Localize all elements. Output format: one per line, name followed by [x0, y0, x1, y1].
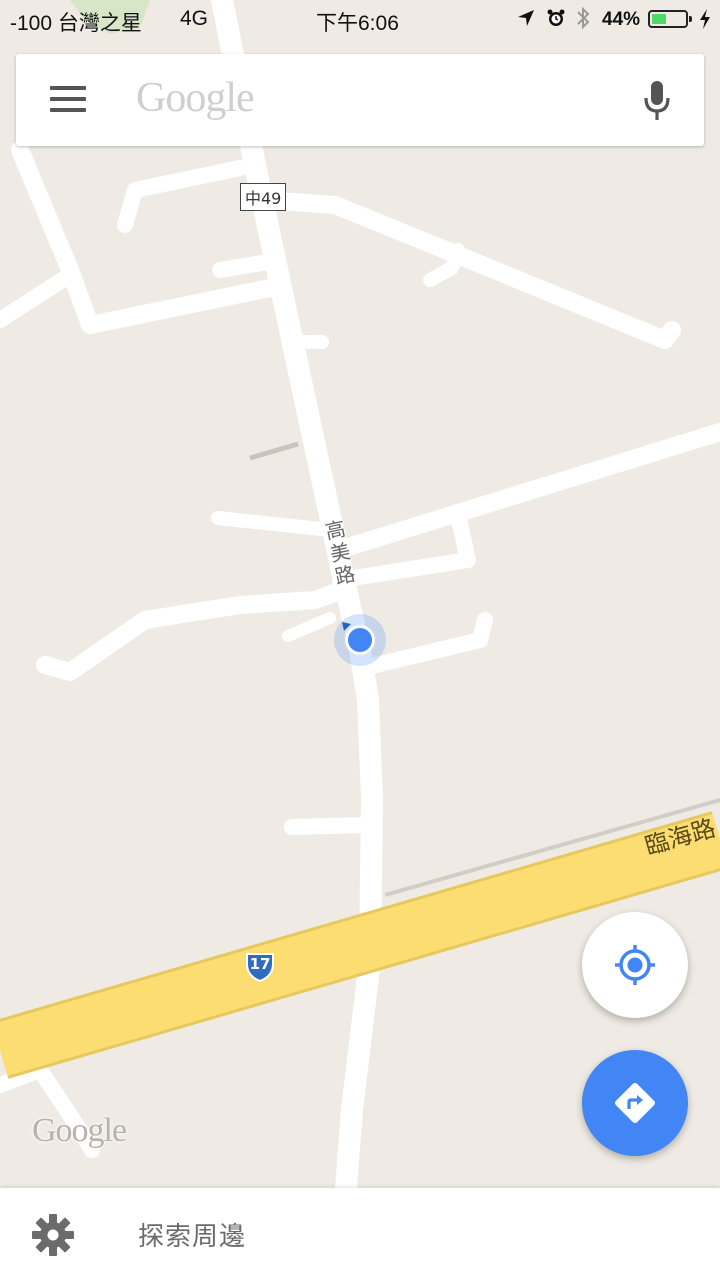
highway-shield: 17: [244, 952, 276, 983]
explore-bottom-bar[interactable]: 探索周邊: [0, 1188, 720, 1280]
network-type: 4G: [180, 7, 209, 30]
microphone-icon[interactable]: [642, 80, 672, 122]
battery-percent: 44%: [602, 9, 641, 30]
bluetooth-icon: [574, 6, 592, 36]
current-location-marker[interactable]: [334, 614, 386, 666]
hamburger-menu-icon[interactable]: [50, 84, 88, 116]
search-bar[interactable]: Google: [16, 54, 704, 146]
county-route-label: 中49: [240, 183, 287, 211]
directions-button[interactable]: [582, 1050, 688, 1156]
location-arrow-icon: [516, 8, 536, 34]
status-bar: -100 台灣之星 4G 下午6:06 44%: [0, 0, 720, 40]
alarm-clock-icon: [546, 8, 566, 34]
battery-icon: [648, 10, 692, 28]
search-input[interactable]: Google: [136, 74, 255, 122]
clock-time: 下午6:06: [316, 12, 399, 35]
highway-shield-number: 17: [249, 955, 271, 973]
directions-icon: [615, 1083, 655, 1123]
explore-nearby-label[interactable]: 探索周邊: [138, 1216, 246, 1253]
my-location-icon: [615, 945, 655, 985]
carrier-name: -100 台灣之星: [10, 12, 142, 35]
my-location-button[interactable]: [582, 912, 688, 1018]
google-watermark: Google: [32, 1112, 127, 1149]
gear-icon[interactable]: [30, 1212, 76, 1258]
charging-bolt-icon: [698, 8, 712, 36]
